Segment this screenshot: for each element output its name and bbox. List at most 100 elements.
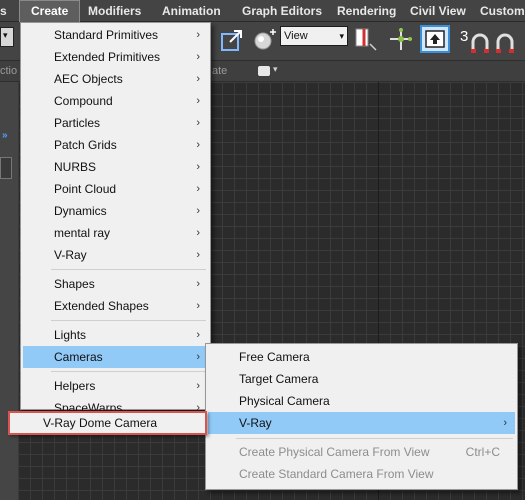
menu-item-aec-objects[interactable]: AEC Objects › <box>23 68 208 90</box>
menu-item-label: Particles <box>54 116 101 130</box>
menu-item-label: SpaceWarps <box>54 401 123 410</box>
menu-item-target-camera[interactable]: Target Camera <box>208 368 515 390</box>
v-ray-camera-submenu: V-Ray Dome Camera <box>8 411 207 435</box>
snap-mode-label: 3 <box>460 28 469 45</box>
chevron-right-icon: › <box>196 300 200 312</box>
menu-item-label: V-Ray <box>54 248 87 262</box>
chevron-down-icon: ▾ <box>339 31 344 41</box>
menu-item-rendering[interactable]: Rendering <box>337 0 396 22</box>
scale-icon[interactable] <box>220 28 244 52</box>
menu-item-physical-camera[interactable]: Physical Camera <box>208 390 515 412</box>
chevron-right-icon: › <box>196 139 200 151</box>
strip-mid-text: ate <box>212 65 228 77</box>
chevron-right-icon: › <box>196 161 200 173</box>
menu-item-label: V-Ray <box>239 416 272 430</box>
select-and-manipulate-icon[interactable] <box>388 26 414 52</box>
menu-item-label: Point Cloud <box>54 182 117 196</box>
chevron-right-icon: › <box>196 402 200 410</box>
chevron-right-icon: › <box>196 51 200 63</box>
chevron-right-icon: › <box>196 380 200 392</box>
menu-item-label: AEC Objects <box>54 72 123 86</box>
strip-left-text: ctio <box>0 65 18 77</box>
menu-item-label: Extended Shapes <box>54 299 149 313</box>
menu-item-create-standard-camera-from-view: Create Standard Camera From View <box>208 463 515 485</box>
menu-item-shapes[interactable]: Shapes › <box>23 273 208 295</box>
chevron-right-icon: › <box>196 73 200 85</box>
menu-item-extended-primitives[interactable]: Extended Primitives › <box>23 46 208 68</box>
menu-item-label: Lights <box>54 328 87 342</box>
ribbon-options-icon[interactable] <box>258 66 270 76</box>
chevron-right-icon: › <box>196 29 200 41</box>
reference-coordinate-system-select[interactable]: View ▾ <box>280 26 348 46</box>
scene-explorer-panel: » <box>0 82 18 500</box>
cameras-submenu: Free Camera Target Camera Physical Camer… <box>205 343 518 490</box>
chevron-right-icon: › <box>196 95 200 107</box>
menu-item-label: Dynamics <box>54 204 107 218</box>
menu-item-label: Create Standard Camera From View <box>239 467 434 481</box>
menu-item-helpers[interactable]: Helpers › <box>23 375 208 397</box>
pivot-center-icon[interactable] <box>352 26 378 52</box>
menu-item-dynamics[interactable]: Dynamics › <box>23 200 208 222</box>
menu-item-label: Compound <box>54 94 113 108</box>
menu-item-nurbs[interactable]: NURBS › <box>23 156 208 178</box>
menu-item-extended-shapes[interactable]: Extended Shapes › <box>23 295 208 317</box>
menu-item-label: NURBS <box>54 160 97 174</box>
selection-filter-dropdown[interactable]: ▾ <box>0 27 14 47</box>
menu-separator <box>51 269 206 270</box>
menu-item-modifiers[interactable]: Modifiers <box>88 0 141 22</box>
chevron-right-icon: › <box>196 183 200 195</box>
menu-item-lights[interactable]: Lights › <box>23 324 208 346</box>
menu-item-label: Standard Primitives <box>54 28 159 42</box>
menu-item-v-ray-cameras[interactable]: V-Ray › <box>208 412 515 434</box>
menu-item-spacewarps[interactable]: SpaceWarps › <box>23 397 208 410</box>
reference-coordinate-icon[interactable] <box>252 28 278 52</box>
double-chevron-icon[interactable]: » <box>2 130 8 141</box>
menu-item-point-cloud[interactable]: Point Cloud › <box>23 178 208 200</box>
chevron-right-icon: › <box>196 278 200 290</box>
angle-snap-magnet-icon[interactable] <box>470 32 490 54</box>
percent-snap-magnet-icon[interactable] <box>494 32 516 54</box>
menu-item-mental-ray[interactable]: mental ray › <box>23 222 208 244</box>
menu-bar: s Create Modifiers Animation Graph Edito… <box>0 0 525 22</box>
menu-item-label: Helpers <box>54 379 96 393</box>
menu-item-customize[interactable]: Customi <box>480 0 525 22</box>
menu-item-shortcut: Ctrl+C <box>465 445 500 459</box>
chevron-right-icon: › <box>196 351 200 363</box>
menu-separator <box>51 371 206 372</box>
chevron-right-icon: › <box>196 329 200 341</box>
create-menu: Standard Primitives › Extended Primitive… <box>20 22 211 410</box>
menu-item-v-ray[interactable]: V-Ray › <box>23 244 208 266</box>
menu-item-civil-view[interactable]: Civil View <box>410 0 466 22</box>
menu-item-cameras[interactable]: Cameras › <box>23 346 208 368</box>
menu-item-patch-grids[interactable]: Patch Grids › <box>23 134 208 156</box>
menu-item-label: mental ray <box>54 226 111 240</box>
menu-item-label: Free Camera <box>239 350 310 364</box>
menu-item-label: Extended Primitives <box>54 50 161 64</box>
upload-arrow-icon <box>425 30 445 48</box>
chevron-right-icon: › <box>503 417 507 429</box>
menu-item-v-ray-dome-camera[interactable]: V-Ray Dome Camera <box>43 416 157 430</box>
chevron-right-icon: › <box>196 227 200 239</box>
menu-item-label: Cameras <box>54 350 103 364</box>
menu-item-label: Patch Grids <box>54 138 117 152</box>
menu-item-create[interactable]: Create <box>19 0 81 22</box>
menu-item-standard-primitives[interactable]: Standard Primitives › <box>23 24 208 46</box>
menu-item-label: Target Camera <box>239 372 319 386</box>
panel-handle[interactable] <box>0 157 12 179</box>
menu-item-label: Create Physical Camera From View <box>239 445 430 459</box>
menu-item-animation[interactable]: Animation <box>162 0 221 22</box>
menu-item-particles[interactable]: Particles › <box>23 112 208 134</box>
menu-item-prev[interactable]: s <box>0 0 7 22</box>
chevron-right-icon: › <box>196 205 200 217</box>
menu-item-label: Physical Camera <box>239 394 330 408</box>
chevron-down-icon: ▾ <box>3 30 8 40</box>
menu-item-compound[interactable]: Compound › <box>23 90 208 112</box>
menu-item-free-camera[interactable]: Free Camera <box>208 346 515 368</box>
menu-separator <box>51 320 206 321</box>
view-select-value: View <box>284 30 308 42</box>
keyboard-shortcut-override-toggle[interactable] <box>420 25 450 53</box>
menu-item-create-physical-camera-from-view: Create Physical Camera From View Ctrl+C <box>208 441 515 463</box>
menu-item-graph-editors[interactable]: Graph Editors <box>242 0 322 22</box>
chevron-down-icon: ▾ <box>273 64 278 74</box>
chevron-right-icon: › <box>196 249 200 261</box>
